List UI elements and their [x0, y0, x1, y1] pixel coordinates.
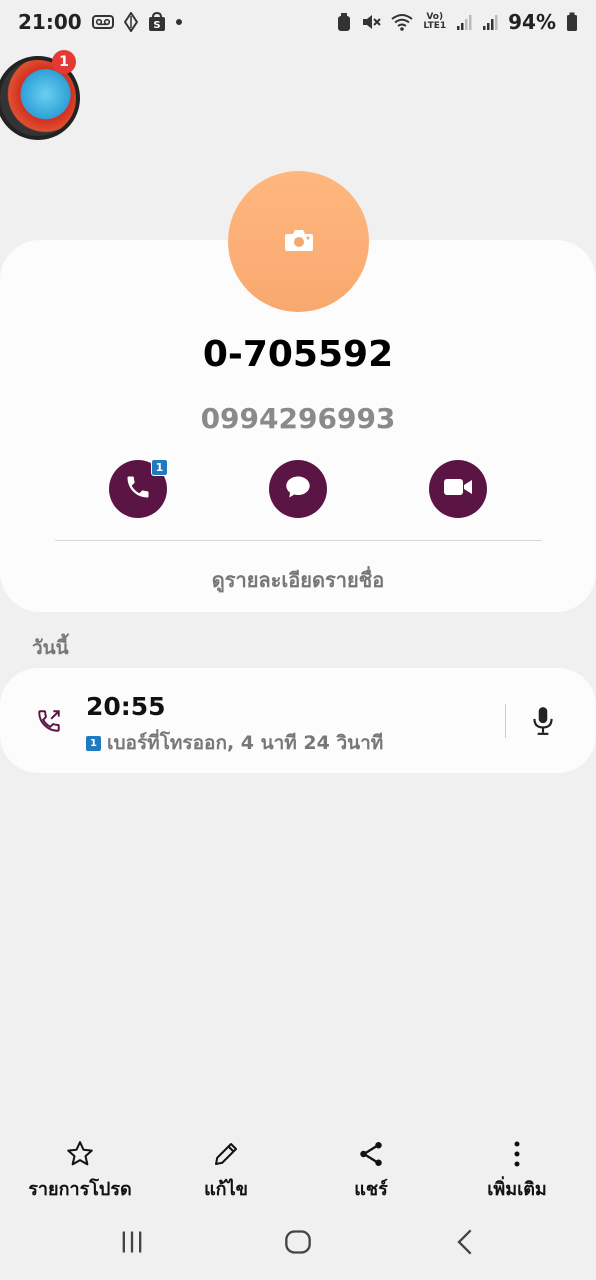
camera-icon [284, 228, 314, 256]
bubble-badge: 1 [52, 50, 76, 74]
wifi-icon [391, 13, 413, 31]
video-camera-icon [443, 475, 473, 503]
star-icon [10, 1138, 150, 1170]
pencil-icon [156, 1138, 296, 1170]
outgoing-call-icon [36, 708, 62, 738]
notification-dot-icon [175, 19, 182, 25]
home-button[interactable] [284, 1228, 312, 1260]
status-right: Vo) LTE1 94% [337, 10, 578, 34]
edit-button[interactable]: แก้ไข [156, 1138, 296, 1203]
battery-percent: 94% [508, 10, 556, 34]
floating-chat-bubble[interactable]: 1 [0, 50, 82, 140]
diamond-icon [123, 12, 138, 32]
call-log-description: เบอร์ที่โทรออก, 4 นาที 24 วินาที [107, 732, 384, 754]
favorites-label: รายการโปรด [28, 1179, 132, 1200]
alarm-icon [337, 12, 351, 32]
call-log-time: 20:55 [86, 692, 166, 721]
microphone-icon [530, 707, 556, 740]
contact-name: 0-705592 [202, 334, 394, 375]
call-log-detail: 1 เบอร์ที่โทรออก, 4 นาที 24 วินาที [86, 728, 383, 758]
favorites-button[interactable]: รายการโปรด [10, 1138, 150, 1203]
volte-indicator: Vo) LTE1 [423, 13, 446, 31]
signal-icon-2 [482, 13, 498, 31]
home-icon [284, 1228, 312, 1260]
signal-icon-1 [456, 13, 472, 31]
status-left: 21:00 S [18, 10, 182, 34]
status-time: 21:00 [18, 10, 82, 34]
share-button[interactable]: แชร์ [301, 1138, 441, 1203]
back-button[interactable] [452, 1228, 480, 1260]
phone-icon [124, 473, 152, 505]
back-icon [452, 1228, 480, 1260]
share-label: แชร์ [354, 1179, 388, 1200]
contact-avatar[interactable] [228, 171, 369, 312]
view-contact-details-link[interactable]: ดูรายละเอียดรายชื่อ [0, 564, 596, 596]
section-label-today: วันนี้ [32, 637, 69, 659]
contact-number: 0994296993 [200, 402, 396, 435]
call-button[interactable]: 1 [109, 459, 168, 518]
more-vertical-icon [447, 1138, 587, 1170]
share-icon [301, 1138, 441, 1170]
recent-apps-button[interactable] [118, 1228, 146, 1260]
status-bar: 21:00 S Vo) LTE1 94% [0, 0, 596, 44]
call-recording-button[interactable] [530, 706, 556, 740]
more-label: เพิ่มเติม [487, 1179, 547, 1200]
shopping-bag-icon: S [148, 12, 166, 32]
divider [55, 540, 542, 541]
svg-text:S: S [153, 20, 160, 31]
message-icon [284, 473, 312, 505]
battery-icon [566, 12, 578, 32]
message-button[interactable] [269, 460, 327, 518]
more-options-button[interactable]: เพิ่มเติม [447, 1138, 587, 1203]
divider [505, 704, 506, 738]
mute-icon [361, 12, 382, 32]
recent-apps-icon [118, 1228, 146, 1260]
edit-label: แก้ไข [204, 1179, 248, 1200]
voicemail-icon [91, 14, 114, 30]
sim-badge: 1 [86, 735, 101, 751]
volte-bottom: LTE1 [423, 21, 447, 31]
sim-badge: 1 [151, 459, 168, 476]
video-call-button[interactable] [429, 460, 487, 518]
